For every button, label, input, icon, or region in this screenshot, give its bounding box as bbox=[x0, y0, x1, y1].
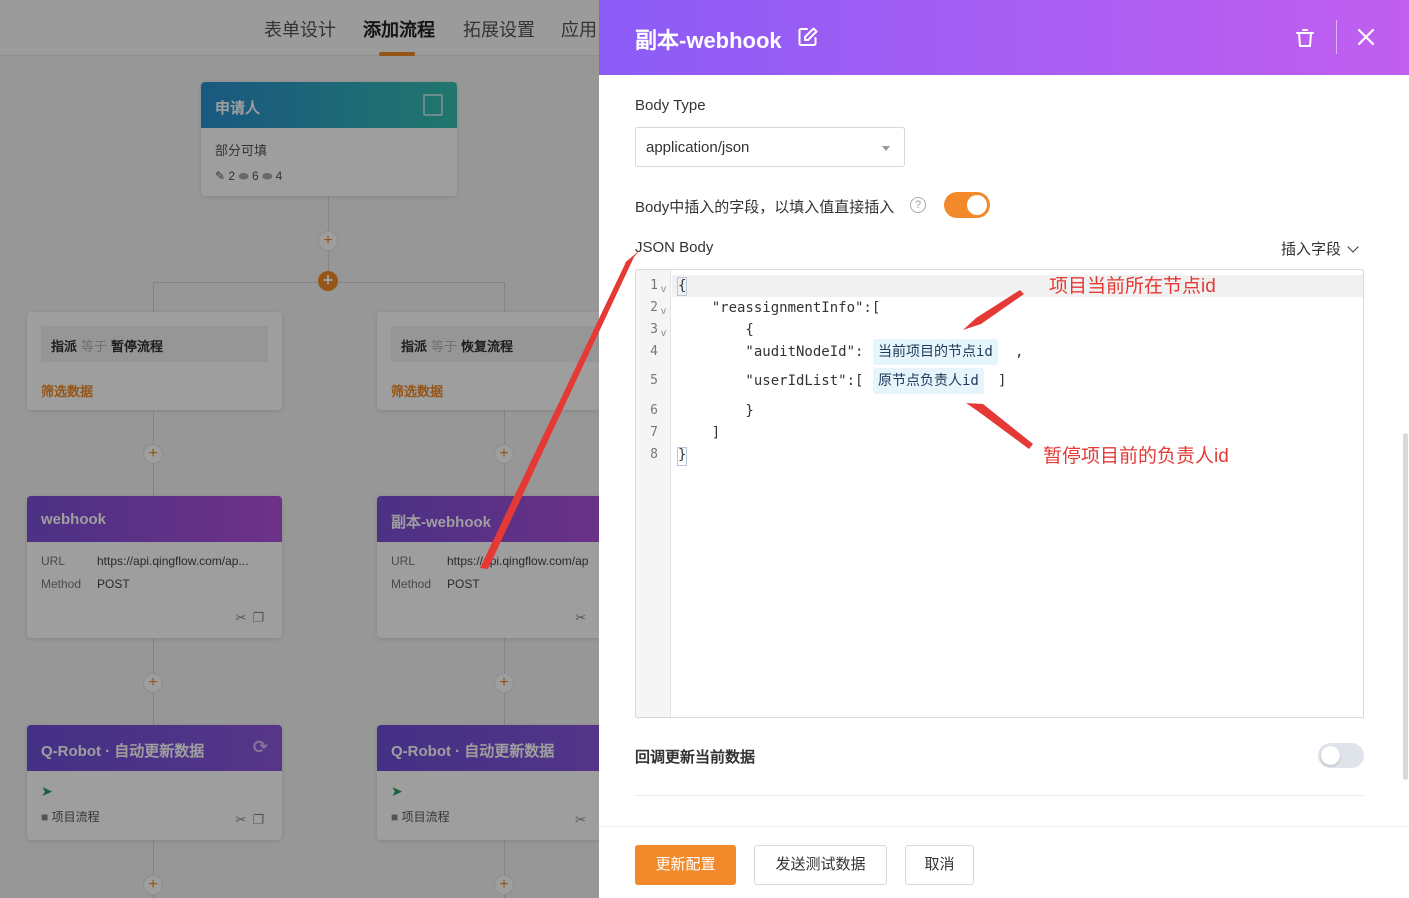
edit-title-icon[interactable] bbox=[797, 26, 819, 48]
line-number: 3 bbox=[650, 322, 658, 337]
code-line: "auditNodeId": bbox=[678, 344, 864, 360]
code-line: } bbox=[678, 447, 687, 463]
line-number: 1 bbox=[650, 278, 658, 293]
flow-canvas: 表单设计 添加流程 拓展设置 应用 + + + + + + + + 申请人 部分… bbox=[0, 0, 599, 898]
body-type-select[interactable]: application/json bbox=[635, 127, 905, 167]
callback-update-label: 回调更新当前数据 bbox=[635, 749, 756, 766]
insert-field-dropdown[interactable]: 插入字段 bbox=[1281, 238, 1359, 259]
json-body-editor[interactable]: 1 2 3 4 5 6 7 8 v v v { "reassignmentInf… bbox=[635, 269, 1364, 718]
drawer-scrollbar[interactable] bbox=[1403, 433, 1408, 780]
line-number: 7 bbox=[650, 425, 658, 440]
editor-gutter: 1 2 3 4 5 6 7 8 v v v bbox=[636, 270, 671, 717]
insert-field-label: 插入字段 bbox=[1281, 241, 1342, 258]
code-line: } bbox=[678, 403, 754, 419]
chevron-down-icon bbox=[882, 146, 890, 151]
field-tag-audit-node[interactable]: 当前项目的节点id bbox=[873, 339, 998, 365]
code-line: ] bbox=[678, 425, 721, 441]
code-line: { bbox=[678, 278, 687, 294]
update-config-button[interactable]: 更新配置 bbox=[635, 845, 736, 885]
webhook-config-drawer: 副本-webhook Body Type application/json Bo… bbox=[599, 0, 1409, 898]
chevron-down-icon bbox=[1347, 241, 1359, 253]
annotation-owner-id: 暂停项目前的负责人id bbox=[1043, 446, 1229, 467]
line-number: 8 bbox=[650, 447, 658, 462]
section-divider bbox=[635, 795, 1364, 796]
help-icon[interactable]: ? bbox=[910, 197, 926, 213]
json-body-label: JSON Body bbox=[635, 239, 714, 256]
callback-update-toggle[interactable] bbox=[1318, 743, 1364, 768]
line-number: 4 bbox=[650, 344, 658, 359]
line-number: 2 bbox=[650, 300, 658, 315]
close-icon[interactable] bbox=[1355, 26, 1377, 48]
code-close-bracket: ] bbox=[998, 373, 1007, 389]
field-tag-user-list[interactable]: 原节点负责人id bbox=[873, 368, 984, 394]
header-divider bbox=[1336, 20, 1337, 54]
active-line-highlight bbox=[672, 275, 1363, 297]
fold-icon[interactable]: v bbox=[661, 284, 666, 295]
insert-direct-label: Body中插入的字段，以填入值直接插入 bbox=[635, 199, 895, 216]
annotation-node-id: 项目当前所在节点id bbox=[1049, 276, 1216, 297]
fold-icon[interactable]: v bbox=[661, 328, 666, 339]
code-line: "userIdList":[ bbox=[678, 373, 864, 389]
code-line: { bbox=[678, 322, 754, 338]
code-comma: , bbox=[1015, 344, 1024, 360]
drawer-footer: 更新配置 发送测试数据 取消 bbox=[599, 826, 1409, 898]
send-test-data-button[interactable]: 发送测试数据 bbox=[754, 845, 887, 885]
toggle-knob bbox=[1321, 746, 1340, 765]
line-number: 6 bbox=[650, 403, 658, 418]
insert-direct-toggle[interactable] bbox=[944, 192, 990, 218]
line-number: 5 bbox=[650, 373, 658, 388]
drawer-header: 副本-webhook bbox=[599, 0, 1409, 75]
delete-icon[interactable] bbox=[1293, 26, 1317, 50]
body-type-value: application/json bbox=[646, 139, 750, 156]
toggle-knob bbox=[967, 195, 987, 215]
fold-icon[interactable]: v bbox=[661, 306, 666, 317]
code-line: "reassignmentInfo":[ bbox=[678, 300, 881, 316]
drawer-title: 副本-webhook bbox=[635, 28, 782, 53]
cancel-button[interactable]: 取消 bbox=[905, 845, 974, 885]
modal-overlay[interactable] bbox=[0, 0, 599, 898]
body-type-label: Body Type bbox=[635, 97, 706, 114]
